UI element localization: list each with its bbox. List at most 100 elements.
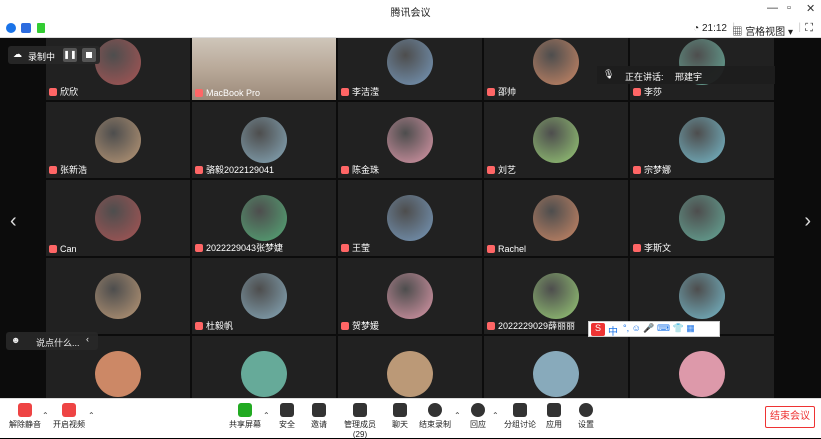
end-meeting-button[interactable]: 结束会议 bbox=[765, 406, 815, 428]
reactions-button[interactable]: 回应 bbox=[466, 403, 490, 430]
start-video-button[interactable]: 开启视频 bbox=[52, 403, 86, 430]
participant-name-text: MacBook Pro bbox=[206, 88, 261, 98]
signal-icon[interactable] bbox=[37, 23, 45, 33]
record-options-icon[interactable]: ⌃ bbox=[454, 411, 461, 420]
stop-recording-button[interactable] bbox=[82, 48, 96, 62]
invite-button[interactable]: 邀请 bbox=[306, 403, 332, 430]
avatar bbox=[95, 39, 141, 85]
participant-tile[interactable]: MacBook Pro bbox=[192, 38, 336, 100]
status-bar: ◔ 21:12 | ▦ 宫格视图 ▾ | ⛶ bbox=[0, 20, 821, 38]
participant-name: 陈金珠 bbox=[341, 163, 379, 176]
sogou-icon: S bbox=[591, 323, 605, 336]
video-options-icon[interactable]: ⌃ bbox=[88, 411, 95, 420]
collapse-icon[interactable]: ‹ bbox=[86, 334, 89, 344]
participant-name: 李洁滢 bbox=[341, 85, 379, 98]
participant-name: 2022229043张梦婕 bbox=[195, 241, 283, 254]
participant-tile[interactable] bbox=[484, 336, 628, 398]
chat-quick-input[interactable]: ☻ 说点什么... ‹ bbox=[6, 332, 98, 350]
avatar bbox=[679, 273, 725, 319]
video-stage: 欣欣 MacBook Pro 李洁滢 邵帅 李莎张新浩 骆毅2022129041 陈金珠 刘艺… bbox=[0, 38, 821, 398]
participant-tile[interactable] bbox=[46, 258, 190, 334]
audio-options-icon[interactable]: ⌃ bbox=[42, 411, 49, 420]
participant-tile[interactable]: 2022229043张梦婕 bbox=[192, 180, 336, 256]
muted-mic-icon bbox=[49, 166, 57, 174]
reactions-options-icon[interactable]: ⌃ bbox=[492, 411, 499, 420]
participant-name: 骆毅2022129041 bbox=[195, 163, 274, 176]
prev-page-button[interactable]: ‹ bbox=[10, 210, 17, 233]
info-icon[interactable] bbox=[6, 23, 16, 33]
avatar bbox=[679, 195, 725, 241]
participant-name: Rachel bbox=[487, 244, 526, 254]
avatar bbox=[241, 117, 287, 163]
participant-name-text: Rachel bbox=[498, 244, 527, 254]
share-screen-button[interactable]: 共享屏幕 bbox=[228, 403, 262, 430]
participant-name-text: 李莎 bbox=[644, 87, 663, 97]
participant-name: 刘艺 bbox=[487, 163, 516, 176]
end-recording-button[interactable]: 结束录制 bbox=[418, 403, 452, 430]
avatar bbox=[241, 195, 287, 241]
smiley-icon: ☻ bbox=[11, 335, 21, 345]
participant-tile[interactable]: 宗梦娜 bbox=[630, 102, 774, 178]
participant-name: 欣欣 bbox=[49, 85, 78, 98]
participant-name-text: 刘艺 bbox=[498, 165, 517, 175]
participant-name: Can bbox=[49, 244, 77, 254]
unmute-button[interactable]: 解除静音 bbox=[8, 403, 42, 430]
avatar bbox=[95, 351, 141, 397]
participant-tile[interactable]: 刘艺 bbox=[484, 102, 628, 178]
participant-tile[interactable] bbox=[338, 336, 482, 398]
chat-button[interactable]: 聊天 bbox=[388, 403, 412, 430]
participant-tile[interactable] bbox=[192, 336, 336, 398]
meeting-toolbar: 解除静音 ⌃ 开启视频 ⌃ 共享屏幕 ⌃ 安全 邀请 管理成员(29) 聊天 结… bbox=[0, 398, 821, 439]
participant-name: 李莎 bbox=[633, 85, 662, 98]
avatar bbox=[387, 117, 433, 163]
participant-tile[interactable] bbox=[630, 336, 774, 398]
participant-name-text: 王莹 bbox=[352, 243, 371, 253]
avatar bbox=[679, 351, 725, 397]
security-button[interactable]: 安全 bbox=[276, 403, 298, 430]
muted-mic-icon bbox=[195, 244, 203, 252]
manage-members-button[interactable]: 管理成员(29) bbox=[338, 403, 382, 439]
avatar bbox=[533, 351, 579, 397]
avatar bbox=[387, 195, 433, 241]
apps-button[interactable]: 应用 bbox=[542, 403, 566, 430]
share-options-icon[interactable]: ⌃ bbox=[263, 411, 270, 420]
muted-mic-icon bbox=[341, 322, 349, 330]
participant-name: 王莹 bbox=[341, 241, 370, 254]
window-title: 腾讯会议 bbox=[390, 8, 431, 19]
participant-name: 李斯文 bbox=[633, 241, 671, 254]
recording-indicator: ☁ 录制中 ❚❚ bbox=[8, 46, 100, 64]
participant-tile[interactable]: 张新浩 bbox=[46, 102, 190, 178]
ime-toolbar[interactable]: S 中 °, ☺ 🎤 ⌨ 👕 ▦ bbox=[588, 321, 720, 338]
participant-name-text: 邵帅 bbox=[498, 87, 517, 97]
shield-icon[interactable] bbox=[21, 23, 31, 33]
gallery-view-button[interactable]: ▦ 宫格视图 ▾ bbox=[732, 23, 793, 38]
participant-tile[interactable]: 骆毅2022129041 bbox=[192, 102, 336, 178]
participant-tile[interactable]: 陈金珠 bbox=[338, 102, 482, 178]
settings-button[interactable]: 设置 bbox=[574, 403, 598, 430]
muted-mic-icon bbox=[633, 244, 641, 252]
avatar bbox=[241, 351, 287, 397]
participant-tile[interactable]: 贺梦媛 bbox=[338, 258, 482, 334]
avatar bbox=[533, 117, 579, 163]
next-page-button[interactable]: › bbox=[804, 210, 811, 233]
breakout-rooms-button[interactable]: 分组讨论 bbox=[502, 403, 538, 430]
minimize-icon[interactable]: — bbox=[767, 2, 778, 14]
close-icon[interactable]: ✕ bbox=[806, 2, 815, 15]
ime-tools-icon[interactable]: °, ☺ 🎤 ⌨ 👕 ▦ bbox=[623, 323, 695, 334]
fullscreen-icon[interactable]: ⛶ bbox=[805, 22, 813, 35]
participant-tile[interactable]: 李洁滢 bbox=[338, 38, 482, 100]
participant-name-text: 杜毅帆 bbox=[206, 321, 234, 331]
maximize-icon[interactable]: ▫ bbox=[787, 2, 791, 14]
participant-tile[interactable]: 杜毅帆 bbox=[192, 258, 336, 334]
participant-tile[interactable]: 李斯文 bbox=[630, 180, 774, 256]
pause-recording-button[interactable]: ❚❚ bbox=[63, 48, 77, 62]
avatar bbox=[95, 195, 141, 241]
participant-name-text: 李斯文 bbox=[644, 243, 672, 253]
muted-mic-icon bbox=[633, 88, 641, 96]
participant-tile[interactable]: 王莹 bbox=[338, 180, 482, 256]
participant-name-text: 陈金珠 bbox=[352, 165, 380, 175]
participant-tile[interactable]: Rachel bbox=[484, 180, 628, 256]
muted-mic-icon bbox=[341, 166, 349, 174]
participant-tile[interactable]: Can bbox=[46, 180, 190, 256]
participant-name-text: 李洁滢 bbox=[352, 87, 380, 97]
